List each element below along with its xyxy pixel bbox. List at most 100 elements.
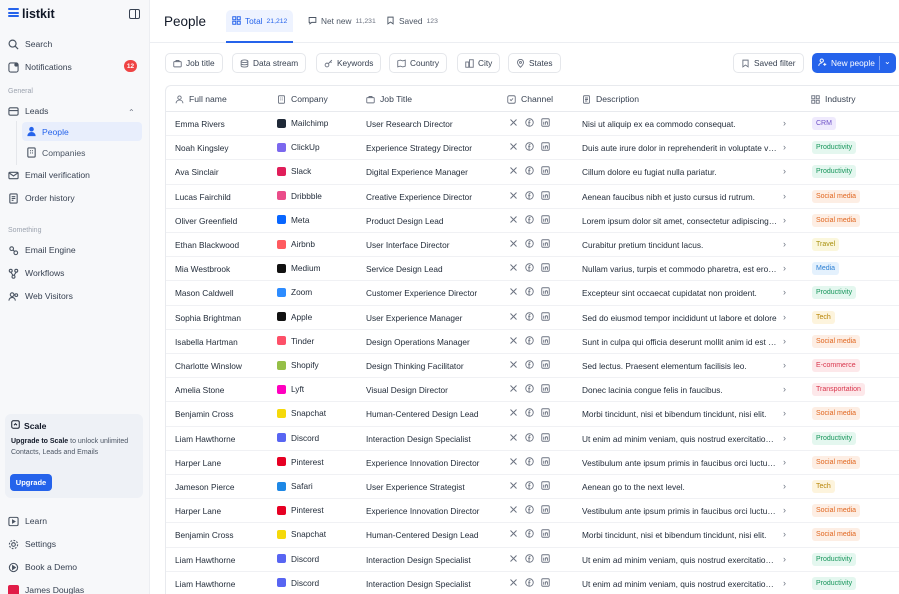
table-row[interactable]: Charlotte Winslow Shopify Design Thinking … bbox=[166, 354, 899, 379]
company-cell[interactable]: Airbnb bbox=[277, 239, 357, 249]
tab-saved[interactable]: Saved 123 bbox=[380, 10, 444, 32]
company-cell[interactable]: Meta bbox=[277, 215, 357, 225]
company-cell[interactable]: Mailchimp bbox=[277, 118, 357, 128]
facebook-icon[interactable] bbox=[525, 553, 534, 563]
table-row[interactable]: Mason Caldwell Zoom Customer Experience Di… bbox=[166, 281, 899, 306]
chevron-right-icon[interactable]: › bbox=[783, 166, 786, 176]
table-row[interactable]: Emma Rivers Mailchimp User Research Direct… bbox=[166, 112, 899, 137]
sidebar-item-web-visitors[interactable]: Web Visitors bbox=[8, 289, 73, 303]
x-icon[interactable] bbox=[509, 554, 518, 563]
person-name[interactable]: Mia Westbrook bbox=[175, 264, 270, 274]
facebook-icon[interactable] bbox=[525, 578, 534, 587]
x-icon[interactable] bbox=[509, 239, 518, 248]
person-name[interactable]: Benjamin Cross bbox=[175, 409, 270, 419]
filter-states[interactable]: States bbox=[508, 53, 561, 73]
chevron-right-icon[interactable]: › bbox=[783, 384, 786, 394]
sidebar-item-companies[interactable]: Companies bbox=[22, 143, 142, 162]
person-name[interactable]: Jameson Pierce bbox=[175, 482, 270, 492]
linkedin-icon[interactable] bbox=[541, 457, 550, 466]
facebook-icon[interactable] bbox=[525, 360, 534, 369]
app-logo[interactable]: listkit bbox=[8, 7, 55, 21]
person-name[interactable]: Charlotte Winslow bbox=[175, 361, 270, 371]
filter-country[interactable]: Country bbox=[389, 53, 448, 73]
table-row[interactable]: Liam Hawthorne Discord Interaction Design … bbox=[166, 427, 899, 451]
company-cell[interactable]: Discord bbox=[277, 433, 357, 443]
person-name[interactable]: Liam Hawthorne bbox=[175, 555, 270, 565]
linkedin-icon[interactable] bbox=[541, 578, 550, 587]
linkedin-icon[interactable] bbox=[541, 432, 550, 442]
company-cell[interactable]: Tinder bbox=[277, 336, 357, 346]
table-row[interactable]: Oliver Greenfield Meta Product Design Lead… bbox=[166, 209, 899, 233]
x-icon[interactable] bbox=[509, 408, 518, 417]
person-name[interactable]: Benjamin Cross bbox=[175, 530, 270, 540]
column-header-industry[interactable]: Industry bbox=[811, 94, 856, 104]
facebook-icon[interactable] bbox=[525, 529, 534, 539]
person-name[interactable]: Ava Sinclair bbox=[175, 167, 270, 177]
linkedin-icon[interactable] bbox=[541, 142, 550, 151]
facebook-icon[interactable] bbox=[525, 190, 534, 200]
facebook-icon[interactable] bbox=[525, 336, 534, 345]
linkedin-icon[interactable] bbox=[541, 287, 550, 297]
chevron-right-icon[interactable]: › bbox=[783, 287, 786, 297]
person-name[interactable]: Amelia Stone bbox=[175, 385, 270, 395]
linkedin-icon[interactable] bbox=[541, 481, 550, 490]
chevron-right-icon[interactable]: › bbox=[783, 191, 786, 201]
facebook-icon[interactable] bbox=[525, 457, 534, 466]
facebook-icon[interactable] bbox=[525, 142, 534, 151]
linkedin-icon[interactable] bbox=[541, 529, 550, 539]
company-cell[interactable]: Snapchat bbox=[277, 529, 357, 539]
chevron-right-icon[interactable]: › bbox=[783, 215, 786, 225]
company-cell[interactable]: Discord bbox=[277, 554, 357, 564]
table-row[interactable]: Sophia Brightman Apple User Experience Man… bbox=[166, 306, 899, 330]
chevron-right-icon[interactable]: › bbox=[783, 312, 786, 322]
linkedin-icon[interactable] bbox=[541, 215, 550, 224]
chevron-right-icon[interactable]: › bbox=[783, 118, 786, 128]
x-icon[interactable] bbox=[509, 529, 518, 538]
linkedin-icon[interactable] bbox=[541, 118, 550, 127]
linkedin-icon[interactable] bbox=[541, 263, 550, 272]
column-header-name[interactable]: Full name bbox=[175, 94, 227, 104]
person-name[interactable]: Harper Lane bbox=[175, 506, 270, 516]
chevron-right-icon[interactable]: › bbox=[783, 554, 786, 564]
person-name[interactable]: Ethan Blackwood bbox=[175, 240, 270, 250]
chevron-right-icon[interactable]: › bbox=[783, 263, 786, 273]
chevron-right-icon[interactable]: › bbox=[783, 360, 786, 370]
x-icon[interactable] bbox=[509, 191, 518, 200]
sidebar-item-book-demo[interactable]: Book a Demo bbox=[8, 560, 77, 574]
table-row[interactable]: Benjamin Cross Snapchat Human-Centered Des… bbox=[166, 523, 899, 548]
x-icon[interactable] bbox=[509, 263, 518, 272]
x-icon[interactable] bbox=[509, 505, 518, 514]
x-icon[interactable] bbox=[509, 457, 518, 466]
table-row[interactable]: Isabella Hartman Tinder Design Operations … bbox=[166, 330, 899, 354]
person-name[interactable]: Isabella Hartman bbox=[175, 337, 270, 347]
chevron-right-icon[interactable]: › bbox=[783, 239, 786, 249]
linkedin-icon[interactable] bbox=[541, 505, 550, 514]
avatar[interactable] bbox=[8, 585, 19, 594]
column-header-company[interactable]: Company bbox=[277, 94, 328, 104]
facebook-icon[interactable] bbox=[525, 166, 534, 176]
sidebar-collapse-icon[interactable] bbox=[129, 9, 140, 19]
chevron-right-icon[interactable]: › bbox=[783, 529, 786, 539]
chevron-right-icon[interactable]: › bbox=[783, 505, 786, 515]
person-name[interactable]: Liam Hawthorne bbox=[175, 434, 270, 444]
facebook-icon[interactable] bbox=[525, 505, 534, 514]
person-name[interactable]: Emma Rivers bbox=[175, 119, 270, 129]
person-name[interactable]: Noah Kingsley bbox=[175, 143, 270, 153]
chevron-down-icon[interactable]: ⌄ bbox=[884, 57, 891, 66]
filter-job-title[interactable]: Job title bbox=[165, 53, 223, 73]
table-row[interactable]: Mia Westbrook Medium Service Design Lead Nu… bbox=[166, 257, 899, 282]
column-header-description[interactable]: Description bbox=[582, 94, 639, 104]
tab-net-new[interactable]: Net new 11,231 bbox=[302, 10, 382, 32]
table-row[interactable]: Liam Hawthorne Discord Interaction Design … bbox=[166, 548, 899, 572]
company-cell[interactable]: Medium bbox=[277, 263, 357, 273]
chevron-right-icon[interactable]: › bbox=[783, 481, 786, 491]
sidebar-item-settings[interactable]: Settings bbox=[8, 537, 56, 551]
chevron-right-icon[interactable]: › bbox=[783, 408, 786, 418]
company-cell[interactable]: Pinterest bbox=[277, 505, 357, 515]
company-cell[interactable]: Shopify bbox=[277, 360, 357, 370]
person-name[interactable]: Oliver Greenfield bbox=[175, 216, 270, 226]
linkedin-icon[interactable] bbox=[541, 166, 550, 176]
filter-city[interactable]: City bbox=[457, 53, 501, 73]
sidebar-item-learn[interactable]: Learn bbox=[8, 514, 47, 528]
facebook-icon[interactable] bbox=[525, 263, 534, 272]
